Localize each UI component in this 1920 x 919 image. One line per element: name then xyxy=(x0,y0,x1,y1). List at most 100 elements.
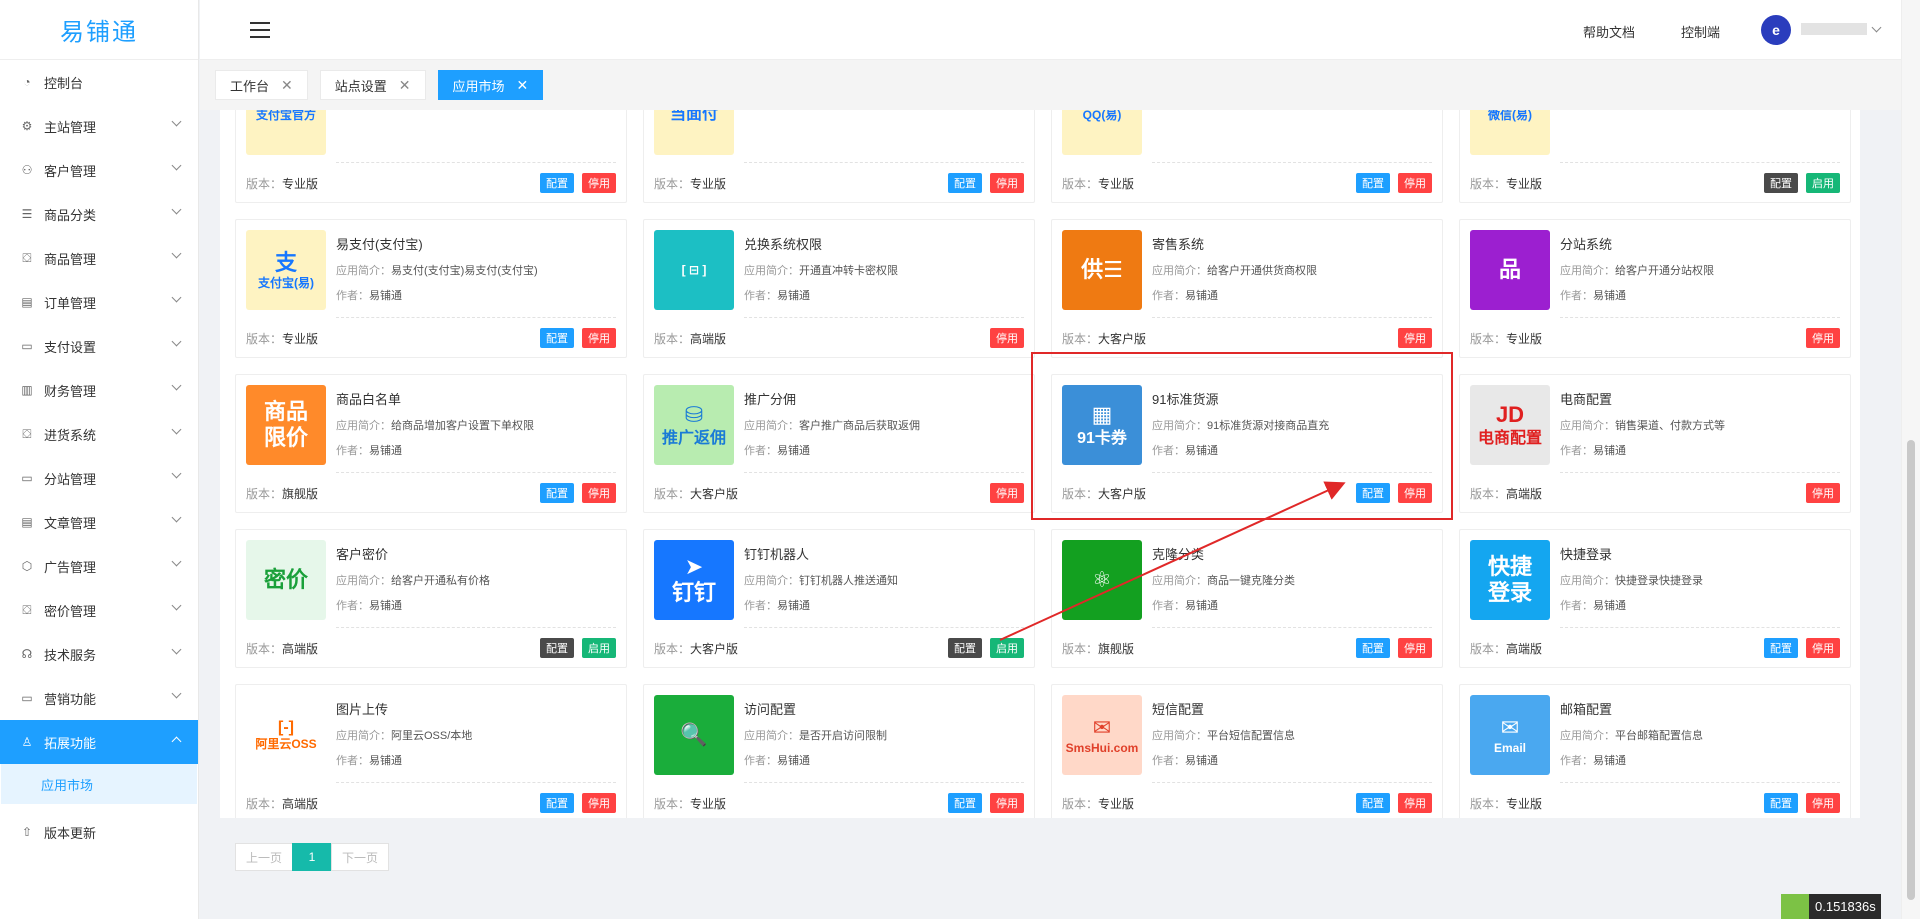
enable-button[interactable]: 启用 xyxy=(582,638,616,658)
app-thumbnail[interactable]: ✉ Email xyxy=(1470,695,1550,775)
app-thumbnail[interactable]: ✉ SmsHui.com xyxy=(1062,695,1142,775)
enable-button[interactable]: 启用 xyxy=(990,638,1024,658)
chevron-down-icon[interactable] xyxy=(171,688,182,699)
chevron-down-icon[interactable] xyxy=(171,556,182,567)
app-thumbnail[interactable]: QQ(易) xyxy=(1062,110,1142,155)
scrollbar-thumb[interactable] xyxy=(1907,440,1915,900)
close-icon[interactable]: ✕ xyxy=(517,77,529,94)
app-thumbnail[interactable]: 快捷 登录 xyxy=(1470,540,1550,620)
chevron-down-icon[interactable] xyxy=(171,512,182,523)
sidebar-subitem-app-market[interactable]: 应用市场 xyxy=(1,764,197,804)
app-thumbnail[interactable]: ➤ 钉钉 xyxy=(654,540,734,620)
app-thumbnail[interactable]: 密价 xyxy=(246,540,326,620)
disable-button[interactable]: 停用 xyxy=(1806,328,1840,348)
app-thumbnail[interactable]: 供☰ xyxy=(1062,230,1142,310)
sidebar-item-0[interactable]: ◔ 控制台 xyxy=(0,60,198,104)
config-button[interactable]: 配置 xyxy=(1356,793,1390,813)
sidebar-item-4[interactable]: ⛋ 商品管理 xyxy=(0,236,198,280)
app-name[interactable]: 钉钉机器人 xyxy=(744,544,1024,563)
page-scrollbar[interactable] xyxy=(1901,0,1920,919)
app-logo[interactable]: 易铺通 xyxy=(0,0,198,60)
sidebar-item-8[interactable]: ⛋ 进货系统 xyxy=(0,412,198,456)
config-button[interactable]: 配置 xyxy=(948,638,982,658)
app-thumbnail[interactable]: JD 电商配置 xyxy=(1470,385,1550,465)
next-page-button[interactable]: 下一页 xyxy=(331,843,389,871)
enable-button[interactable]: 启用 xyxy=(1806,173,1840,193)
app-name[interactable]: 短信配置 xyxy=(1152,699,1432,718)
chevron-down-icon[interactable] xyxy=(171,336,182,347)
config-button[interactable]: 配置 xyxy=(540,483,574,503)
app-name[interactable]: 访问配置 xyxy=(744,699,1024,718)
disable-button[interactable]: 停用 xyxy=(582,328,616,348)
disable-button[interactable]: 停用 xyxy=(990,793,1024,813)
disable-button[interactable]: 停用 xyxy=(990,483,1024,503)
app-thumbnail[interactable]: 当面付 xyxy=(654,110,734,155)
app-name[interactable]: 克隆分类 xyxy=(1152,544,1432,563)
app-thumbnail[interactable]: ⚛ xyxy=(1062,540,1142,620)
app-thumbnail[interactable]: 商品 限价 xyxy=(246,385,326,465)
chevron-down-icon[interactable] xyxy=(171,600,182,611)
chevron-down-icon[interactable] xyxy=(171,248,182,259)
config-button[interactable]: 配置 xyxy=(1356,638,1390,658)
sidebar-item-3[interactable]: ☰ 商品分类 xyxy=(0,192,198,236)
app-thumbnail[interactable]: ⛁ 推广返佣 xyxy=(654,385,734,465)
close-icon[interactable]: ✕ xyxy=(281,77,293,94)
tab-1[interactable]: 站点设置 ✕ xyxy=(319,70,426,100)
app-thumbnail[interactable]: [-] 阿里云OSS xyxy=(246,695,326,775)
config-button[interactable]: 配置 xyxy=(1764,793,1798,813)
config-button[interactable]: 配置 xyxy=(540,793,574,813)
config-button[interactable]: 配置 xyxy=(1764,173,1798,193)
username-redacted[interactable] xyxy=(1801,23,1867,35)
disable-button[interactable]: 停用 xyxy=(1398,483,1432,503)
config-button[interactable]: 配置 xyxy=(540,638,574,658)
app-name[interactable]: 电商配置 xyxy=(1560,389,1840,408)
app-name[interactable]: 分站系统 xyxy=(1560,234,1840,253)
disable-button[interactable]: 停用 xyxy=(1398,173,1432,193)
sidebar-item-13[interactable]: ☊ 技术服务 xyxy=(0,632,198,676)
chevron-down-icon[interactable] xyxy=(171,204,182,215)
disable-button[interactable]: 停用 xyxy=(1398,328,1432,348)
sidebar-item-1[interactable]: ⚙ 主站管理 xyxy=(0,104,198,148)
app-thumbnail[interactable]: ▦ 91卡券 xyxy=(1062,385,1142,465)
app-name[interactable]: 图片上传 xyxy=(336,699,616,718)
app-name[interactable]: 快捷登录 xyxy=(1560,544,1840,563)
app-name[interactable]: 寄售系统 xyxy=(1152,234,1432,253)
config-button[interactable]: 配置 xyxy=(1356,173,1390,193)
sidebar-item-6[interactable]: ▭ 支付设置 xyxy=(0,324,198,368)
disable-button[interactable]: 停用 xyxy=(1806,638,1840,658)
config-button[interactable]: 配置 xyxy=(540,328,574,348)
sidebar-item-7[interactable]: ▥ 财务管理 xyxy=(0,368,198,412)
app-thumbnail[interactable]: 支支付宝(易) xyxy=(246,230,326,310)
disable-button[interactable]: 停用 xyxy=(990,328,1024,348)
sidebar-item-2[interactable]: ⚇ 客户管理 xyxy=(0,148,198,192)
chevron-down-icon[interactable] xyxy=(171,292,182,303)
sidebar-item-14[interactable]: ▭ 营销功能 xyxy=(0,676,198,720)
disable-button[interactable]: 停用 xyxy=(1806,793,1840,813)
app-name[interactable]: 易支付(支付宝) xyxy=(336,234,616,253)
disable-button[interactable]: 停用 xyxy=(1398,638,1432,658)
disable-button[interactable]: 停用 xyxy=(582,483,616,503)
chevron-down-icon[interactable] xyxy=(171,736,182,747)
disable-button[interactable]: 停用 xyxy=(990,173,1024,193)
sidebar-item-15[interactable]: ♙ 拓展功能 xyxy=(0,720,198,764)
sidebar-item-12[interactable]: ⛋ 密价管理 xyxy=(0,588,198,632)
sidebar-item-5[interactable]: ▤ 订单管理 xyxy=(0,280,198,324)
config-button[interactable]: 配置 xyxy=(1356,483,1390,503)
console-link[interactable]: 控制端 xyxy=(1681,22,1720,41)
app-name[interactable]: 91标准货源 xyxy=(1152,389,1432,408)
chevron-down-icon[interactable] xyxy=(171,468,182,479)
app-name[interactable]: 推广分佣 xyxy=(744,389,1024,408)
disable-button[interactable]: 停用 xyxy=(1806,483,1840,503)
config-button[interactable]: 配置 xyxy=(948,173,982,193)
close-icon[interactable]: ✕ xyxy=(399,77,411,94)
app-thumbnail[interactable]: 品 xyxy=(1470,230,1550,310)
app-name[interactable]: 邮箱配置 xyxy=(1560,699,1840,718)
prev-page-button[interactable]: 上一页 xyxy=(235,843,293,871)
chevron-down-icon[interactable] xyxy=(171,160,182,171)
disable-button[interactable]: 停用 xyxy=(582,793,616,813)
sidebar-item-9[interactable]: ▭ 分站管理 xyxy=(0,456,198,500)
sidebar-item-version-update[interactable]: ⇧ 版本更新 xyxy=(0,810,198,854)
chevron-down-icon[interactable] xyxy=(171,116,182,127)
app-name[interactable]: 商品白名单 xyxy=(336,389,616,408)
menu-toggle-icon[interactable] xyxy=(250,22,270,38)
